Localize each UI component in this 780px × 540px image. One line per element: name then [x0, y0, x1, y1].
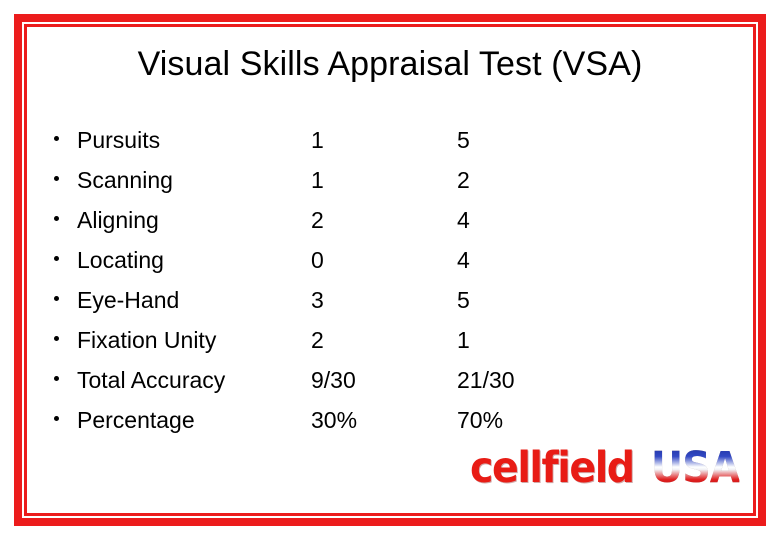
bullet-icon — [45, 400, 67, 440]
table-row: Locating 0 4 — [45, 240, 605, 280]
row-score-2: 21/30 — [457, 367, 515, 393]
row-label: Aligning — [77, 207, 159, 233]
bullet-icon — [45, 200, 67, 240]
row-label: Total Accuracy — [77, 367, 226, 393]
row-score-2: 1 — [457, 327, 470, 353]
row-score-1: 3 — [311, 287, 324, 313]
bullet-icon — [45, 240, 67, 280]
bullet-icon — [45, 360, 67, 400]
row-label: Eye-Hand — [77, 287, 180, 313]
row-label: Fixation Unity — [77, 327, 217, 353]
results-table: Pursuits 1 5 Scanning 1 2 Aligning 2 4 L… — [45, 120, 605, 440]
bullet-icon — [45, 320, 67, 360]
table-row: Percentage 30% 70% — [45, 400, 605, 440]
page-title: Visual Skills Appraisal Test (VSA) — [137, 45, 643, 83]
table-row: Eye-Hand 3 5 — [45, 280, 605, 320]
row-label: Scanning — [77, 167, 173, 193]
table-row: Total Accuracy 9/30 21/30 — [45, 360, 605, 400]
row-score-2: 2 — [457, 167, 470, 193]
row-score-1: 2 — [311, 327, 324, 353]
row-score-1: 9/30 — [311, 367, 356, 393]
bullet-icon — [45, 280, 67, 320]
row-label: Pursuits — [77, 127, 161, 153]
bullet-icon — [45, 160, 67, 200]
row-score-2: 70% — [457, 407, 504, 433]
table-row: Aligning 2 4 — [45, 200, 605, 240]
row-score-2: 5 — [457, 287, 470, 313]
logo-wordmark: cellfield — [470, 443, 635, 493]
table-row: Pursuits 1 5 — [45, 120, 605, 160]
row-score-2: 4 — [457, 247, 470, 273]
slide-canvas: Visual Skills Appraisal Test (VSA) Pursu… — [0, 0, 780, 540]
row-score-1: 2 — [311, 207, 324, 233]
logo-usa-text: USA — [651, 443, 740, 493]
row-score-1: 1 — [311, 167, 324, 193]
cellfield-usa-logo: cellfield USA — [470, 443, 740, 496]
row-score-1: 0 — [311, 247, 324, 273]
bullet-icon — [45, 120, 67, 160]
row-score-2: 4 — [457, 207, 470, 233]
table-row: Fixation Unity 2 1 — [45, 320, 605, 360]
row-score-1: 30% — [311, 407, 358, 433]
row-label: Percentage — [77, 407, 195, 433]
row-score-1: 1 — [311, 127, 324, 153]
row-score-2: 5 — [457, 127, 470, 153]
row-label: Locating — [77, 247, 164, 273]
table-row: Scanning 1 2 — [45, 160, 605, 200]
slide-content: Visual Skills Appraisal Test (VSA) Pursu… — [27, 27, 753, 513]
